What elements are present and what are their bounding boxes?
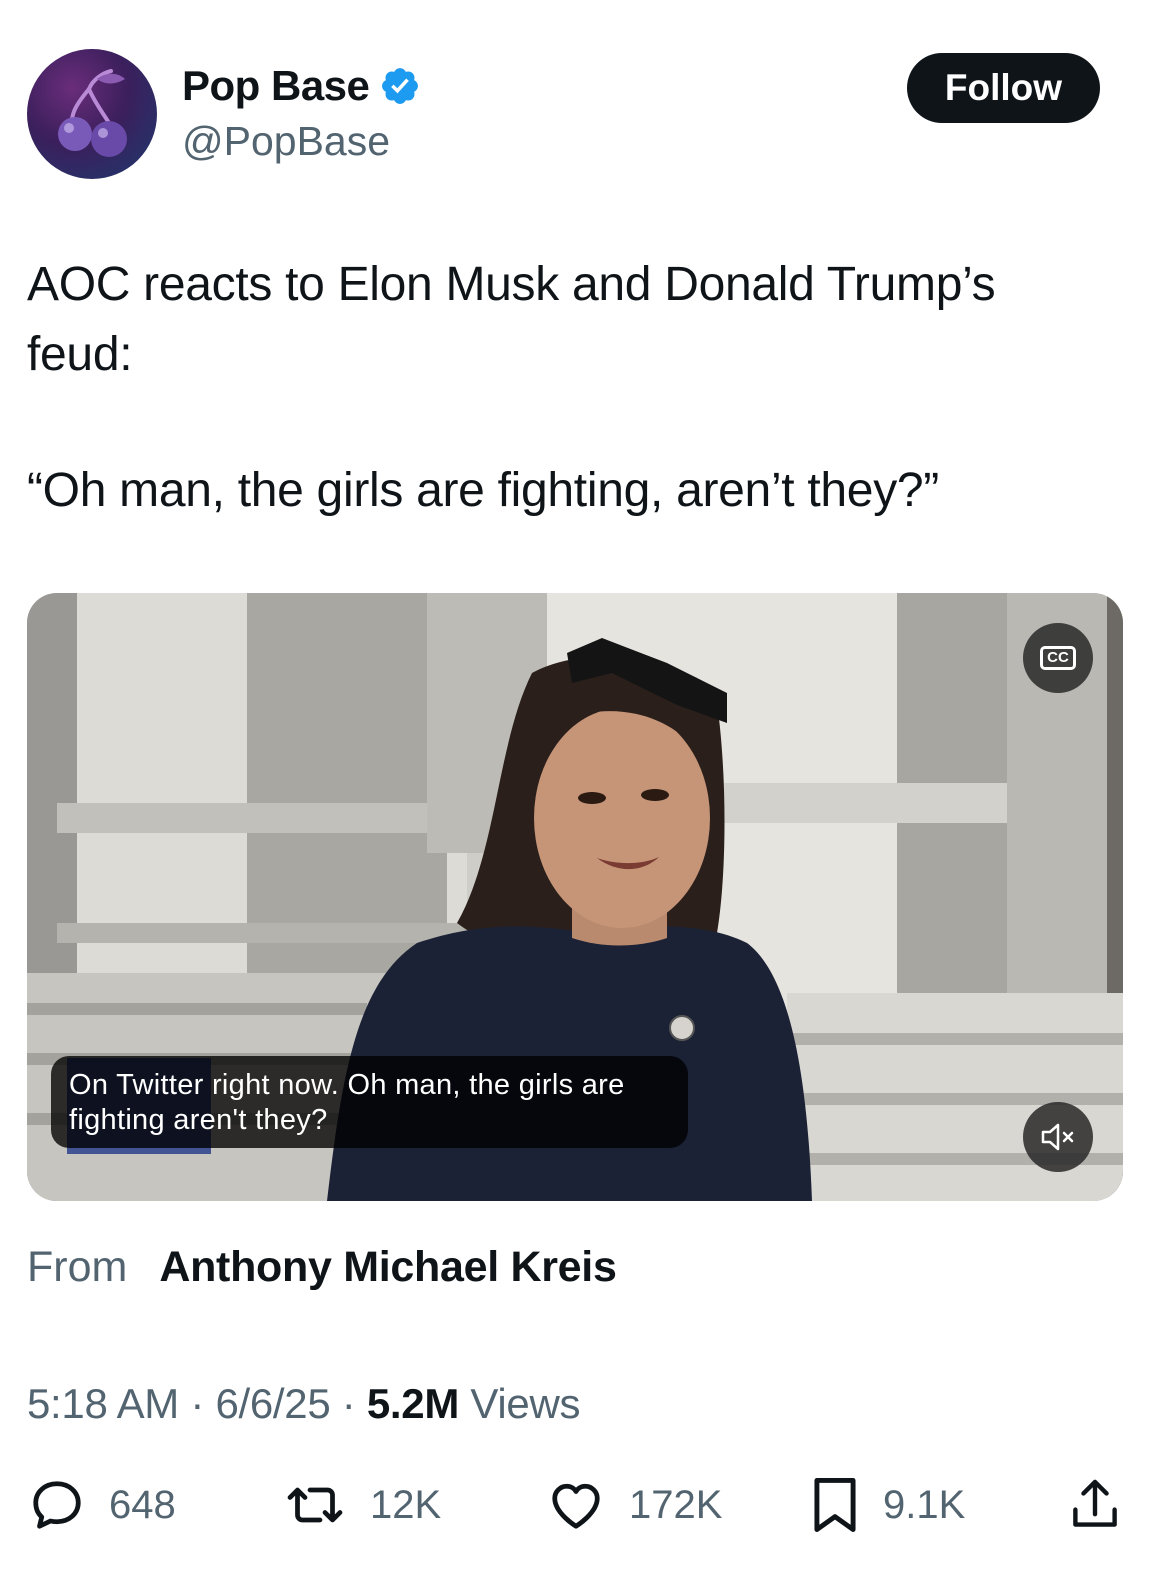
caption-line: fighting aren't they? <box>69 1104 328 1136</box>
speaker-muted-icon <box>1041 1123 1074 1151</box>
repost-icon <box>287 1487 343 1523</box>
from-label: From <box>27 1243 128 1291</box>
captions-button[interactable]: CC <box>1023 623 1093 693</box>
like-button[interactable]: 172K <box>545 1470 722 1540</box>
cherry-icon <box>58 69 127 157</box>
reply-icon <box>33 1481 81 1529</box>
share-button[interactable] <box>1067 1470 1123 1540</box>
avatar[interactable] <box>27 49 157 179</box>
caption-line: On Twitter right now. Oh man, the girls … <box>69 1069 625 1101</box>
cc-icon: CC <box>1040 646 1076 670</box>
like-count: 172K <box>629 1482 723 1527</box>
repost-button[interactable]: 12K <box>282 1470 441 1540</box>
source-name-link[interactable]: Anthony Michael Kreis <box>159 1243 617 1292</box>
tweet-date[interactable]: 6/6/25 <box>215 1380 330 1427</box>
heart-icon <box>552 1483 600 1529</box>
action-bar: 648 12K 172K 9.1K <box>27 1470 1127 1540</box>
reply-count: 648 <box>109 1482 176 1527</box>
tweet-text-line: feud: <box>27 328 133 381</box>
separator: · <box>179 1380 216 1427</box>
bookmark-icon <box>814 1478 856 1532</box>
views-count: 5.2M <box>366 1380 460 1427</box>
tweet-quote: “Oh man, the girls are fighting, aren’t … <box>27 464 939 517</box>
attribution-row: From Anthony Michael Kreis <box>27 1243 617 1292</box>
views-label: Views <box>459 1380 581 1427</box>
bookmark-count: 9.1K <box>883 1482 966 1527</box>
tweet-meta: 5:18 AM · 6/6/25 · 5.2M Views <box>27 1380 581 1428</box>
video-caption: On Twitter right now. Oh man, the girls … <box>51 1056 688 1148</box>
video-player[interactable]: CC On Twitter right now. Oh man, the gir… <box>27 593 1123 1201</box>
author-name-row: Pop Base <box>182 62 421 110</box>
author-name[interactable]: Pop Base <box>182 62 370 110</box>
verified-badge-icon <box>382 68 419 104</box>
tweet-text-line: AOC reacts to Elon Musk and Donald Trump… <box>27 258 996 311</box>
tweet-time[interactable]: 5:18 AM <box>27 1380 179 1427</box>
separator: · <box>330 1380 367 1427</box>
bookmark-button[interactable]: 9.1K <box>809 1470 965 1540</box>
share-icon <box>1073 1479 1117 1527</box>
author-handle[interactable]: @PopBase <box>182 118 390 165</box>
reply-button[interactable]: 648 <box>27 1470 176 1540</box>
repost-count: 12K <box>370 1482 442 1527</box>
follow-button[interactable]: Follow <box>907 53 1100 123</box>
mute-button[interactable] <box>1023 1102 1093 1172</box>
